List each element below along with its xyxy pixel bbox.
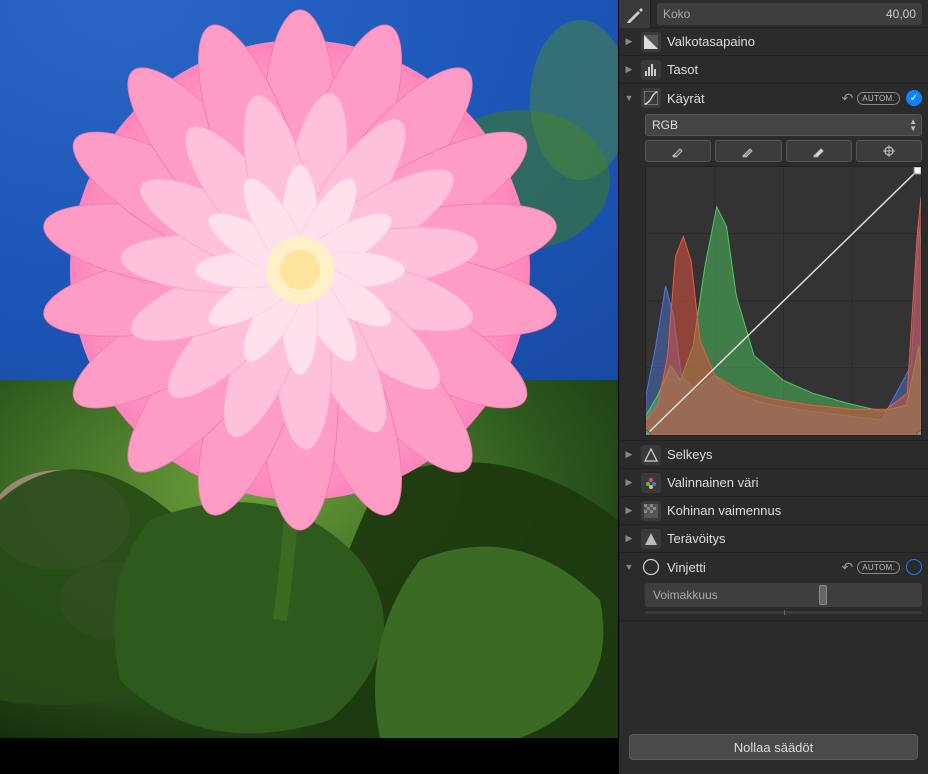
reset-adjustments-button[interactable]: Nollaa säädöt: [629, 734, 918, 760]
curves-body: RGB ▲▼: [619, 112, 928, 441]
vignette-icon: [641, 557, 661, 577]
panel-label: Valinnainen väri: [667, 475, 922, 490]
panel-label: Selkeys: [667, 447, 922, 462]
disclosure-open-icon: ▼: [623, 562, 635, 572]
retouch-tool-button[interactable]: [619, 0, 651, 28]
gray-point-picker[interactable]: [715, 140, 781, 162]
slider-label: Voimakkuus: [653, 588, 718, 602]
retouch-size-label: Koko: [663, 7, 690, 21]
disclosure-closed-icon: ▶: [623, 64, 635, 75]
slider-thumb[interactable]: [819, 585, 827, 605]
curves-histogram[interactable]: [645, 166, 922, 436]
curves-picker-bar: [645, 140, 922, 162]
levels-icon: [641, 60, 661, 80]
panel-selective-color[interactable]: ▶ Valinnainen väri: [619, 469, 928, 497]
add-point-button[interactable]: [856, 140, 922, 162]
disclosure-closed-icon: ▶: [623, 505, 635, 516]
curves-icon: [641, 88, 661, 108]
auto-button[interactable]: AUTOM.: [857, 92, 900, 105]
white-balance-icon: [641, 32, 661, 52]
revert-button[interactable]: ↶: [842, 90, 854, 107]
select-caret-icon: ▲▼: [909, 118, 917, 132]
panel-label: Vinjetti: [667, 560, 842, 575]
enabled-checkbox[interactable]: ✓: [906, 90, 922, 106]
panel-label: Tasot: [667, 62, 922, 77]
panel-noise-reduction[interactable]: ▶ Kohinan vaimennus: [619, 497, 928, 525]
curves-channel-select[interactable]: RGB ▲▼: [645, 114, 922, 136]
panel-label: Käyrät: [667, 91, 842, 106]
retouch-size-field[interactable]: Koko 40,00: [657, 3, 922, 25]
revert-button[interactable]: ↶: [842, 559, 854, 576]
retouch-size-row: Koko 40,00: [619, 0, 928, 28]
enabled-checkbox[interactable]: [906, 559, 922, 575]
reset-label: Nollaa säädöt: [734, 740, 814, 755]
panel-sharpen[interactable]: ▶ Terävöitys: [619, 525, 928, 553]
photo-preview: [0, 0, 618, 738]
black-point-picker[interactable]: [645, 140, 711, 162]
white-point-picker[interactable]: [786, 140, 852, 162]
auto-button[interactable]: AUTOM.: [857, 561, 900, 574]
sharpen-icon: [641, 529, 661, 549]
adjustments-sidebar: Koko 40,00 ▶ Valkotasapaino ▶ Tasot ▼ Kä…: [618, 0, 928, 774]
curve-white-handle[interactable]: [916, 430, 922, 436]
panel-definition[interactable]: ▶ Selkeys: [619, 441, 928, 469]
vignette-strength-slider[interactable]: Voimakkuus: [645, 583, 922, 607]
slider-track[interactable]: [724, 583, 914, 607]
retouch-size-value: 40,00: [886, 7, 916, 21]
definition-icon: [641, 445, 661, 465]
panel-label: Terävöitys: [667, 531, 922, 546]
panel-vignette[interactable]: ▼ Vinjetti ↶ AUTOM.: [619, 553, 928, 581]
disclosure-open-icon: ▼: [623, 93, 635, 103]
noise-reduction-icon: [641, 501, 661, 521]
disclosure-closed-icon: ▶: [623, 477, 635, 488]
disclosure-closed-icon: ▶: [623, 533, 635, 544]
vignette-body: Voimakkuus: [619, 581, 928, 621]
disclosure-closed-icon: ▶: [623, 449, 635, 460]
vignette-secondary-track[interactable]: [645, 611, 922, 614]
panel-label: Valkotasapaino: [667, 34, 922, 49]
disclosure-closed-icon: ▶: [623, 36, 635, 47]
panel-label: Kohinan vaimennus: [667, 503, 922, 518]
curves-channel-value: RGB: [652, 118, 678, 132]
panel-curves[interactable]: ▼ Käyrät ↶ AUTOM. ✓: [619, 84, 928, 112]
panel-white-balance[interactable]: ▶ Valkotasapaino: [619, 28, 928, 56]
image-canvas[interactable]: [0, 0, 618, 774]
panel-levels[interactable]: ▶ Tasot: [619, 56, 928, 84]
selective-color-icon: [641, 473, 661, 493]
